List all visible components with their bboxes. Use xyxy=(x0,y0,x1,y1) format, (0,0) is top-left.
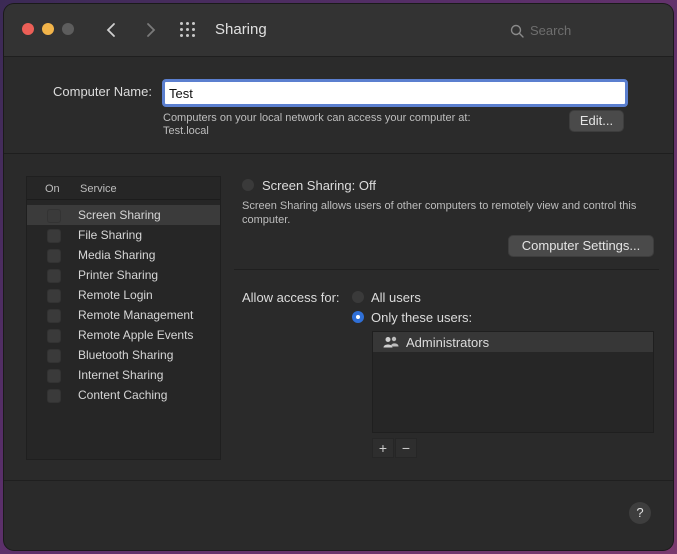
service-checkbox[interactable] xyxy=(47,249,61,263)
zoom-window-button[interactable] xyxy=(62,23,74,35)
status-indicator xyxy=(242,179,254,191)
service-checkbox[interactable] xyxy=(47,269,61,283)
computer-name-label: Computer Name: xyxy=(53,84,152,99)
service-label: Content Caching xyxy=(78,388,168,402)
column-service-header: Service xyxy=(80,183,117,195)
forward-button[interactable] xyxy=(138,18,162,42)
service-label: Internet Sharing xyxy=(78,368,164,382)
title-bar: Sharing Search xyxy=(4,4,673,57)
back-button[interactable] xyxy=(100,18,124,42)
column-on-header: On xyxy=(45,183,60,195)
service-label: File Sharing xyxy=(78,228,143,242)
search-icon xyxy=(510,24,524,38)
minimize-window-button[interactable] xyxy=(42,23,54,35)
service-row-file-sharing[interactable]: File Sharing xyxy=(27,225,220,245)
service-label: Media Sharing xyxy=(78,248,156,262)
service-checkbox[interactable] xyxy=(47,209,61,223)
service-row-bluetooth-sharing[interactable]: Bluetooth Sharing xyxy=(27,345,220,365)
service-label: Screen Sharing xyxy=(78,208,161,222)
search-field[interactable]: Search xyxy=(530,23,571,38)
service-row-remote-apple-events[interactable]: Remote Apple Events xyxy=(27,325,220,345)
computer-name-section: Computer Name: Computers on your local n… xyxy=(4,57,673,154)
add-user-button[interactable]: + xyxy=(372,438,394,458)
service-label: Printer Sharing xyxy=(78,268,159,282)
service-row-remote-login[interactable]: Remote Login xyxy=(27,285,220,305)
service-row-printer-sharing[interactable]: Printer Sharing xyxy=(27,265,220,285)
service-label: Bluetooth Sharing xyxy=(78,348,174,362)
service-label: Remote Apple Events xyxy=(78,328,194,342)
close-window-button[interactable] xyxy=(22,23,34,35)
service-status: Screen Sharing: Off xyxy=(262,178,376,193)
show-all-grid-icon[interactable] xyxy=(180,22,198,38)
chevron-left-icon xyxy=(106,23,115,37)
chevron-right-icon xyxy=(147,23,156,37)
service-list-header: On Service xyxy=(27,177,220,200)
allow-access-label: Allow access for: xyxy=(242,290,340,305)
service-checkbox[interactable] xyxy=(47,369,61,383)
service-checkbox[interactable] xyxy=(47,329,61,343)
service-checkbox[interactable] xyxy=(47,309,61,323)
service-row-screen-sharing[interactable]: Screen Sharing xyxy=(27,205,220,225)
only-these-users-radio[interactable] xyxy=(352,311,364,323)
users-list: Administrators xyxy=(372,331,654,433)
only-these-users-label[interactable]: Only these users: xyxy=(371,310,472,325)
service-row-remote-management[interactable]: Remote Management xyxy=(27,305,220,325)
edit-button[interactable]: Edit... xyxy=(569,110,624,132)
all-users-label[interactable]: All users xyxy=(371,290,421,305)
service-row-internet-sharing[interactable]: Internet Sharing xyxy=(27,365,220,385)
service-checkbox[interactable] xyxy=(47,389,61,403)
computer-settings-button[interactable]: Computer Settings... xyxy=(508,235,654,257)
service-row-media-sharing[interactable]: Media Sharing xyxy=(27,245,220,265)
user-row-administrators[interactable]: Administrators xyxy=(373,332,653,352)
service-list: On Service Screen Sharing File Sharing M… xyxy=(26,176,221,460)
help-line-1: Computers on your local network can acce… xyxy=(163,112,471,124)
window-title: Sharing xyxy=(215,21,267,38)
service-row-content-caching[interactable]: Content Caching xyxy=(27,385,220,405)
service-label: Remote Management xyxy=(78,308,194,322)
service-label: Remote Login xyxy=(78,288,153,302)
sharing-window: Sharing Search Computer Name: Computers … xyxy=(4,4,673,550)
help-button[interactable]: ? xyxy=(629,502,651,524)
computer-name-input[interactable] xyxy=(162,79,628,107)
all-users-radio[interactable] xyxy=(352,291,364,303)
service-checkbox[interactable] xyxy=(47,229,61,243)
help-line-2: Test.local xyxy=(163,125,209,137)
service-checkbox[interactable] xyxy=(47,349,61,363)
user-group-icon xyxy=(383,336,399,348)
computer-name-help: Computers on your local network can acce… xyxy=(163,112,471,138)
remove-user-button[interactable]: − xyxy=(395,438,417,458)
footer-divider xyxy=(4,480,673,481)
service-checkbox[interactable] xyxy=(47,289,61,303)
user-label: Administrators xyxy=(406,335,490,350)
section-divider xyxy=(234,269,659,270)
service-description: Screen Sharing allows users of other com… xyxy=(242,200,637,226)
